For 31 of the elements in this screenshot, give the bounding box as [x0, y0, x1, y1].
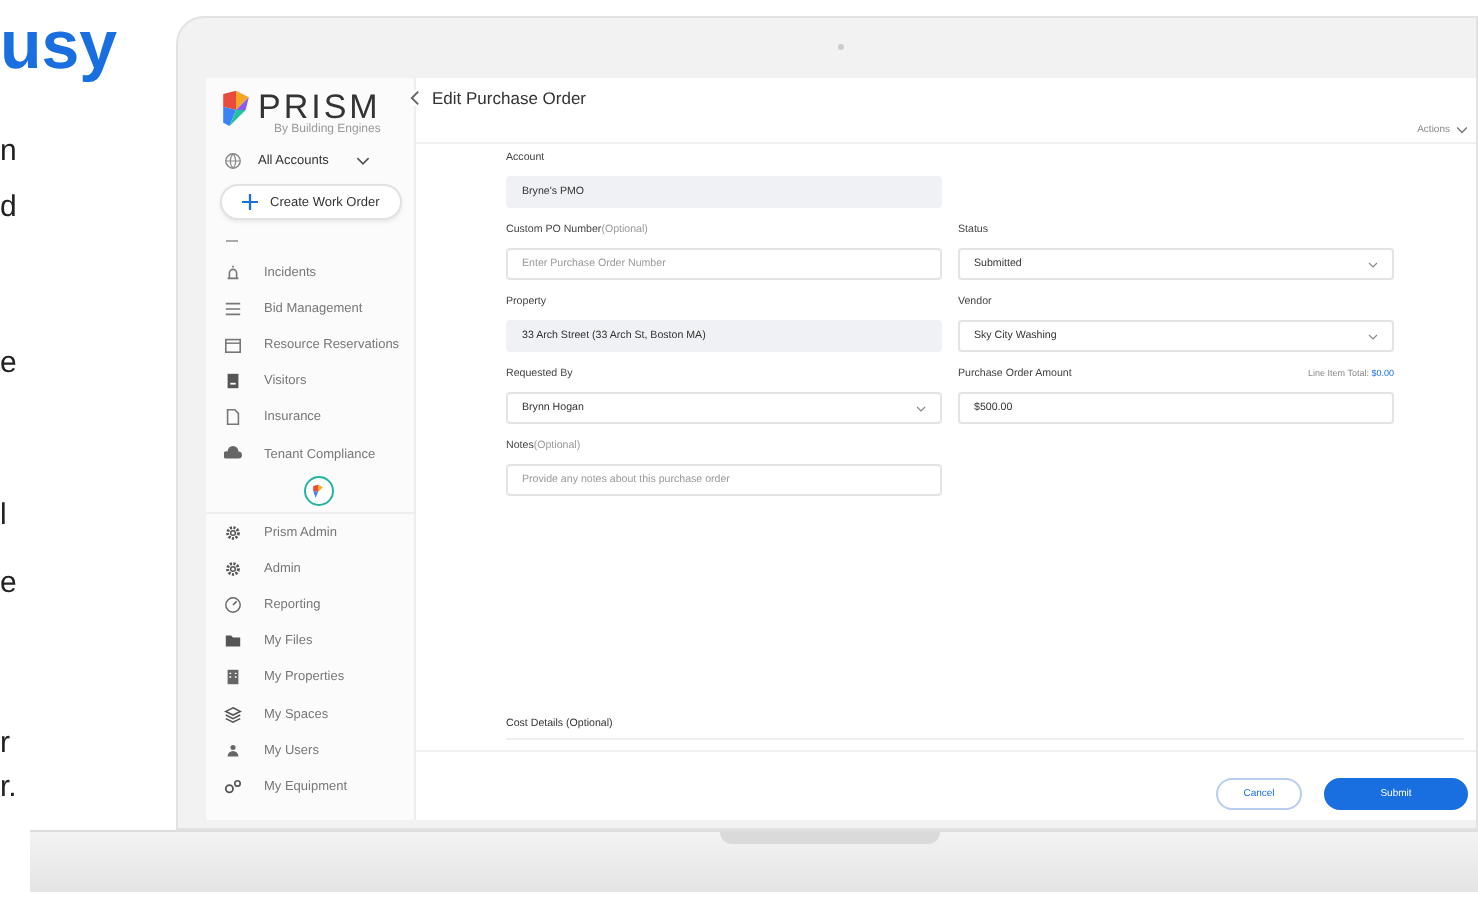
- body-text-fragment: l: [0, 500, 7, 532]
- body-text-fragment: r: [0, 728, 10, 760]
- globe-icon: [224, 151, 242, 169]
- calendar-icon: [224, 335, 242, 354]
- chevron-down-icon: [1456, 126, 1468, 134]
- body-text-fragment: d: [0, 192, 17, 224]
- camera-dot: [838, 44, 844, 50]
- bell-icon: [224, 263, 242, 282]
- chevron-down-icon: [1368, 261, 1378, 267]
- app-avatar-icon[interactable]: [303, 476, 333, 507]
- body-text-fragment: n: [0, 136, 17, 168]
- prism-logo-icon: [220, 90, 252, 130]
- gauge-icon: [224, 596, 242, 615]
- doc-icon: [224, 408, 242, 427]
- badge-icon: [224, 372, 242, 391]
- layers-icon: [224, 705, 242, 724]
- body-text-fragment: e: [0, 348, 17, 380]
- list-icon: [224, 299, 242, 318]
- body-text-fragment: r.: [0, 772, 17, 804]
- collapse-chevron-icon[interactable]: [410, 90, 420, 106]
- plus-icon: [242, 194, 258, 210]
- users-icon: [224, 741, 242, 760]
- chevron-down-icon: [1368, 333, 1378, 339]
- body-text-fragment: e: [0, 568, 17, 600]
- chevron-down-icon: [916, 405, 926, 411]
- logo-wordmark: PRISM: [258, 90, 381, 124]
- cloud-icon: [224, 445, 242, 464]
- building-icon: [224, 668, 242, 687]
- folder-icon: [224, 632, 242, 651]
- page-title: Edit Purchase Order: [432, 88, 587, 108]
- chevron-down-icon: [356, 155, 371, 165]
